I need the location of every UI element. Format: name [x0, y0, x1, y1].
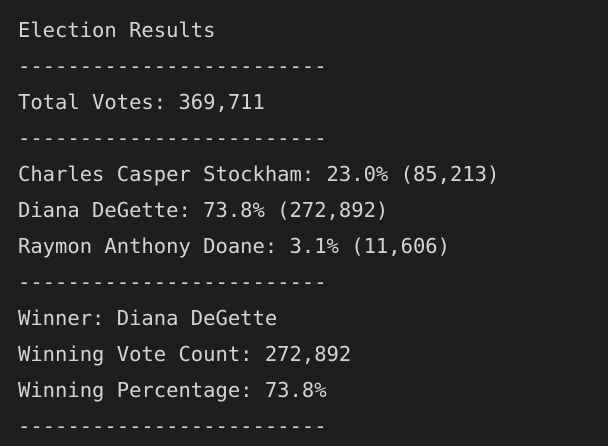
candidate-result-line: Charles Casper Stockham: 23.0% (85,213): [18, 162, 500, 186]
terminal-output: Election Results -----------------------…: [0, 0, 608, 446]
separator-line: -------------------------: [18, 54, 327, 78]
total-votes-line: Total Votes: 369,711: [18, 90, 265, 114]
separator-line: -------------------------: [18, 414, 327, 438]
separator-line: -------------------------: [18, 126, 327, 150]
winner-line: Winner: Diana DeGette: [18, 306, 278, 330]
winning-vote-count-line: Winning Vote Count: 272,892: [18, 342, 352, 366]
candidate-result-line: Raymon Anthony Doane: 3.1% (11,606): [18, 234, 450, 258]
results-title: Election Results: [18, 18, 216, 42]
winning-percentage-line: Winning Percentage: 73.8%: [18, 378, 327, 402]
candidate-result-line: Diana DeGette: 73.8% (272,892): [18, 198, 389, 222]
separator-line: -------------------------: [18, 270, 327, 294]
